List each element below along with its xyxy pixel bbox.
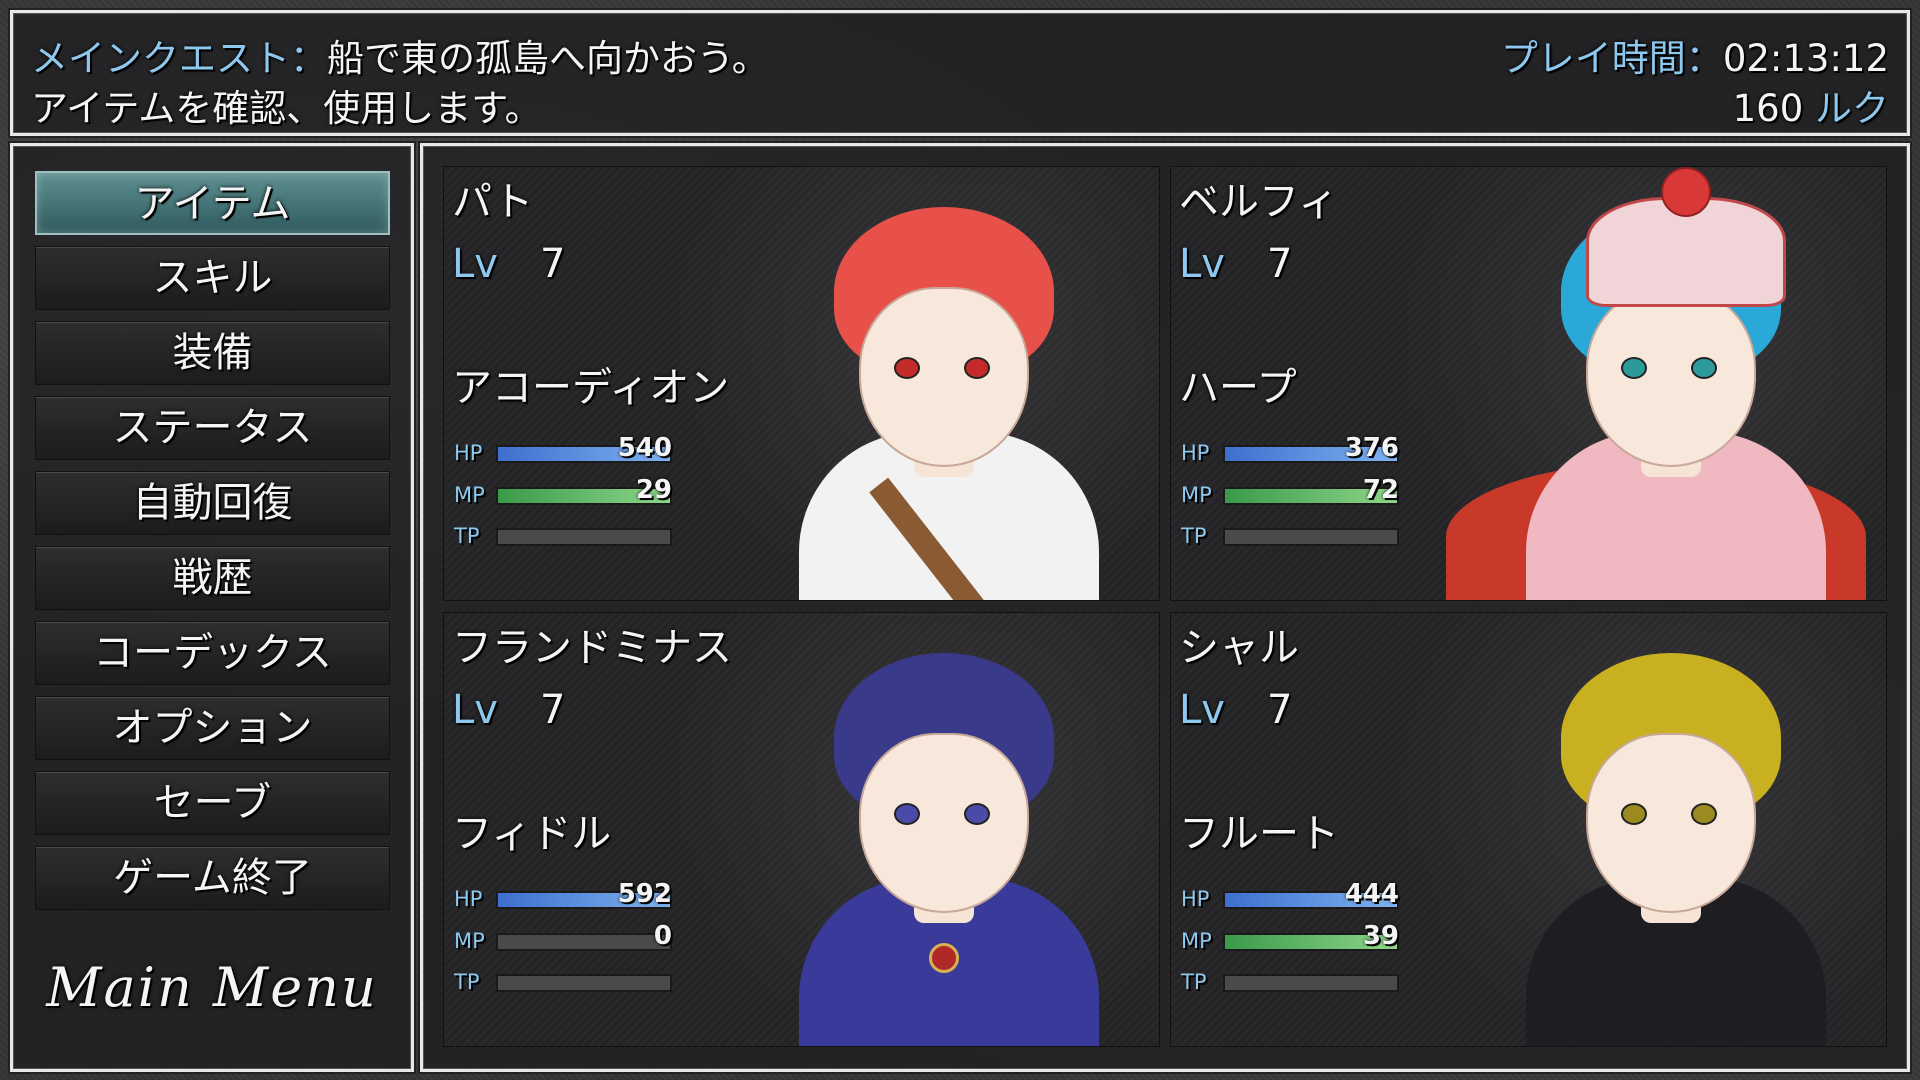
menu-item-history[interactable]: 戦歴: [35, 546, 390, 610]
actor-class: ハープ: [1179, 365, 1297, 411]
main-quest-label: メインクエスト：: [31, 37, 327, 80]
actor-portrait: [1476, 613, 1866, 1046]
portrait-brooch: [929, 943, 959, 973]
hp-gauge: HP 592: [454, 877, 674, 913]
mp-label: MP: [1181, 483, 1212, 507]
menu-item-save[interactable]: セーブ: [35, 771, 390, 835]
hp-value: 592: [617, 879, 672, 909]
menu-item-auto-heal[interactable]: 自動回復: [35, 471, 390, 535]
hp-gauge: HP 376: [1181, 431, 1401, 467]
level-label: Lv: [452, 241, 498, 287]
main-menu-window: アイテム スキル 装備 ステータス 自動回復 戦歴 コーデックス オプション セ…: [10, 143, 414, 1072]
portrait-eye: [894, 357, 920, 379]
menu-item-options[interactable]: オプション: [35, 696, 390, 760]
hp-label: HP: [1181, 441, 1210, 465]
portrait-eye: [964, 357, 990, 379]
tp-gauge: TP: [1181, 960, 1401, 996]
mp-gauge: MP 39: [1181, 919, 1401, 955]
main-quest-line: メインクエスト：船で東の孤島へ向かおう。: [31, 35, 769, 83]
menu-item-equip[interactable]: 装備: [35, 321, 390, 385]
level-label: Lv: [1179, 241, 1225, 287]
mp-label: MP: [454, 483, 485, 507]
mp-label: MP: [1181, 929, 1212, 953]
menu-item-game-end[interactable]: ゲーム終了: [35, 846, 390, 910]
tp-gauge: TP: [454, 514, 674, 550]
main-quest-text: 船で東の孤島へ向かおう。: [327, 37, 769, 80]
portrait-eye: [1621, 357, 1647, 379]
mp-gauge: MP 0: [454, 919, 674, 955]
tp-gauge: TP: [1181, 514, 1401, 550]
level-value: 7: [540, 241, 566, 287]
menu-item-skill[interactable]: スキル: [35, 246, 390, 310]
mp-value: 29: [635, 475, 672, 505]
menu-item-status[interactable]: ステータス: [35, 396, 390, 460]
hp-value: 444: [1344, 879, 1399, 909]
gold-unit: ルク: [1815, 87, 1889, 130]
hp-gauge: HP 444: [1181, 877, 1401, 913]
portrait-face: [1586, 287, 1756, 467]
actor-name: パト: [452, 179, 534, 225]
playtime-display: プレイ時間：02:13:12: [1501, 35, 1889, 83]
tp-label: TP: [454, 970, 480, 994]
actor-portrait: [749, 613, 1139, 1046]
mp-value: 0: [653, 921, 672, 951]
actor-card-frandominasu[interactable]: フランドミナス Lv 7 フィドル HP 592 MP 0 TP: [443, 612, 1160, 1047]
hp-value: 376: [1344, 433, 1399, 463]
party-status-window: パト Lv 7 アコーディオン HP 540 MP 29 TP ベルフィ Lv …: [420, 143, 1910, 1072]
tp-gauge-track: [1223, 974, 1399, 992]
portrait-eye: [894, 803, 920, 825]
actor-card-berufi[interactable]: ベルフィ Lv 7 ハープ HP 376 MP 72 TP: [1170, 166, 1887, 601]
tp-label: TP: [1181, 524, 1207, 548]
portrait-eye: [1691, 357, 1717, 379]
actor-name: ベルフィ: [1179, 179, 1339, 225]
level-value: 7: [1267, 241, 1293, 287]
portrait-eye: [964, 803, 990, 825]
portrait-eye: [1691, 803, 1717, 825]
actor-class: アコーディオン: [452, 365, 730, 411]
level-value: 7: [1267, 687, 1293, 733]
level-value: 7: [540, 687, 566, 733]
portrait-hat-pompom: [1661, 167, 1711, 217]
actor-name: シャル: [1179, 625, 1299, 671]
portrait-face: [859, 287, 1029, 467]
help-window: メインクエスト：船で東の孤島へ向かおう。 アイテムを確認、使用します。 プレイ時…: [10, 10, 1910, 136]
actor-card-pato[interactable]: パト Lv 7 アコーディオン HP 540 MP 29 TP: [443, 166, 1160, 601]
actor-name: フランドミナス: [452, 625, 732, 671]
mp-label: MP: [454, 929, 485, 953]
mp-value: 39: [1362, 921, 1399, 951]
actor-class: フルート: [1179, 811, 1339, 857]
hp-gauge: HP 540: [454, 431, 674, 467]
actor-class: フィドル: [452, 811, 612, 857]
portrait-eye: [1621, 803, 1647, 825]
tp-label: TP: [454, 524, 480, 548]
menu-item-item[interactable]: アイテム: [35, 171, 390, 235]
hp-label: HP: [454, 887, 483, 911]
hp-label: HP: [1181, 887, 1210, 911]
level-label: Lv: [1179, 687, 1225, 733]
tp-gauge-track: [496, 528, 672, 546]
tp-gauge-track: [1223, 528, 1399, 546]
portrait-face: [1586, 733, 1756, 913]
mp-gauge: MP 29: [454, 473, 674, 509]
gold-value: 160: [1732, 87, 1804, 130]
mp-value: 72: [1362, 475, 1399, 505]
tp-gauge-track: [496, 974, 672, 992]
tp-label: TP: [1181, 970, 1207, 994]
level-label: Lv: [452, 687, 498, 733]
tp-gauge: TP: [454, 960, 674, 996]
gold-display: 160 ルク: [1733, 85, 1889, 133]
actor-portrait: [1446, 167, 1866, 600]
mp-gauge-track: [496, 933, 672, 951]
menu-item-codex[interactable]: コーデックス: [35, 621, 390, 685]
playtime-label: プレイ時間：: [1500, 37, 1723, 80]
actor-portrait: [749, 167, 1139, 600]
hp-value: 540: [617, 433, 672, 463]
actor-card-sharu[interactable]: シャル Lv 7 フルート HP 444 MP 39 TP: [1170, 612, 1887, 1047]
mp-gauge: MP 72: [1181, 473, 1401, 509]
hp-label: HP: [454, 441, 483, 465]
portrait-face: [859, 733, 1029, 913]
playtime-value: 02:13:12: [1722, 37, 1889, 80]
main-menu-logo: Main Menu: [46, 956, 378, 1019]
help-text: アイテムを確認、使用します。: [31, 87, 542, 130]
